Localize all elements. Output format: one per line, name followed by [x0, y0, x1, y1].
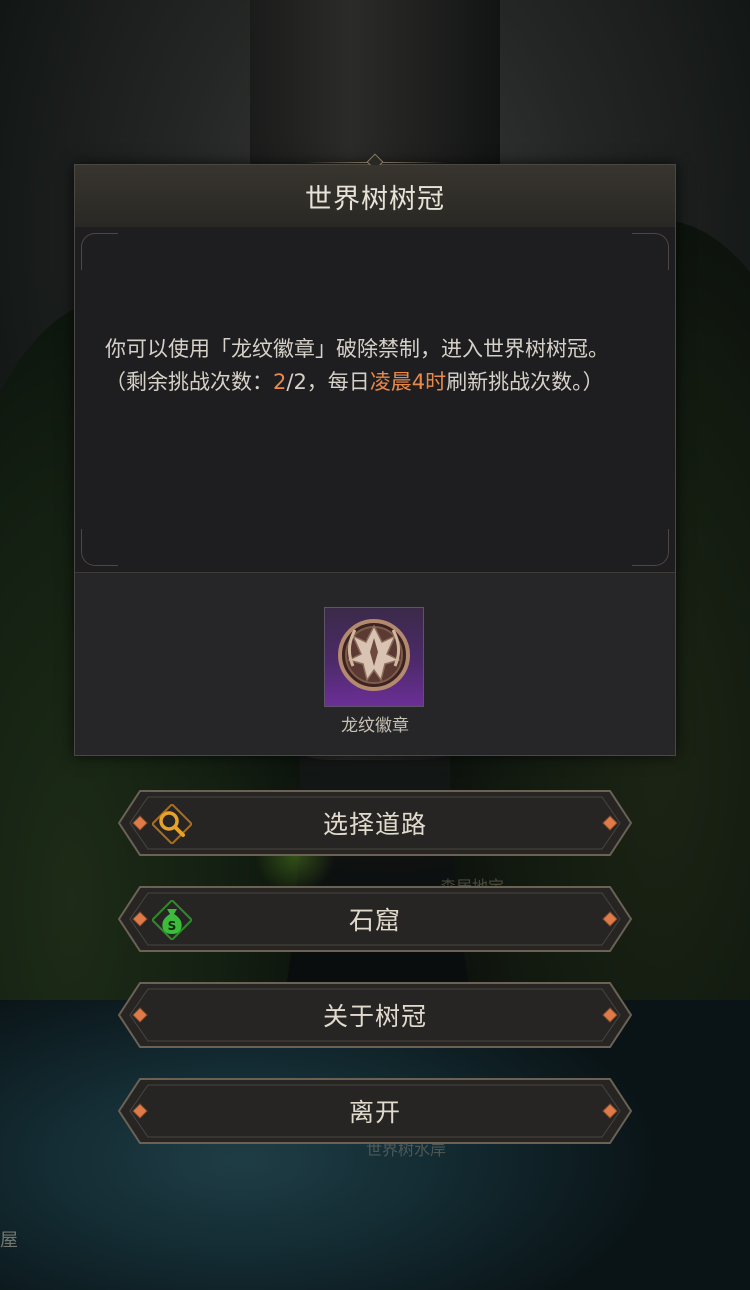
leave-button[interactable]: 离开	[118, 1078, 632, 1144]
remaining-attempts: 2	[273, 370, 287, 394]
button-label: 离开	[348, 1098, 401, 1127]
choose-path-button[interactable]: 选择道路	[118, 790, 632, 856]
item-name: 龙纹徽章	[341, 716, 409, 736]
required-item-panel: 龙纹徽章	[75, 573, 675, 755]
button-label: 关于树冠	[322, 1002, 427, 1031]
item-slot[interactable]	[324, 607, 424, 707]
reset-time: 凌晨4时	[369, 370, 447, 394]
map-label-edge: 屋	[0, 1230, 18, 1251]
button-label: 石窟	[348, 906, 401, 935]
canopy-dialog: 世界树树冠 你可以使用「龙纹徽章」破除禁制，进入世界树树冠。 （剩余挑战次数：2…	[74, 153, 676, 756]
message-mid: /2，每日	[286, 370, 370, 394]
dragon-emblem-icon	[338, 619, 410, 691]
button-label: 选择道路	[322, 810, 427, 839]
grotto-button[interactable]: S 石窟	[118, 886, 632, 952]
dialog-title: 世界树树冠	[305, 183, 445, 215]
dialog-header: 世界树树冠	[75, 165, 675, 228]
dialog-message: 你可以使用「龙纹徽章」破除禁制，进入世界树树冠。 （剩余挑战次数：2/2，每日凌…	[105, 333, 645, 399]
message-line-2: （剩余挑战次数：2/2，每日凌晨4时刷新挑战次数。）	[105, 366, 645, 399]
about-canopy-button[interactable]: 关于树冠	[118, 982, 632, 1048]
message-prefix: （剩余挑战次数：	[105, 370, 273, 394]
corner-ornament	[81, 529, 118, 566]
corner-ornament	[81, 233, 118, 270]
message-panel: 你可以使用「龙纹徽章」破除禁制，进入世界树树冠。 （剩余挑战次数：2/2，每日凌…	[75, 227, 675, 573]
message-line-1: 你可以使用「龙纹徽章」破除禁制，进入世界树树冠。	[105, 337, 609, 361]
message-suffix: 刷新挑战次数。）	[446, 370, 604, 394]
corner-ornament	[632, 529, 669, 566]
corner-ornament	[632, 233, 669, 270]
